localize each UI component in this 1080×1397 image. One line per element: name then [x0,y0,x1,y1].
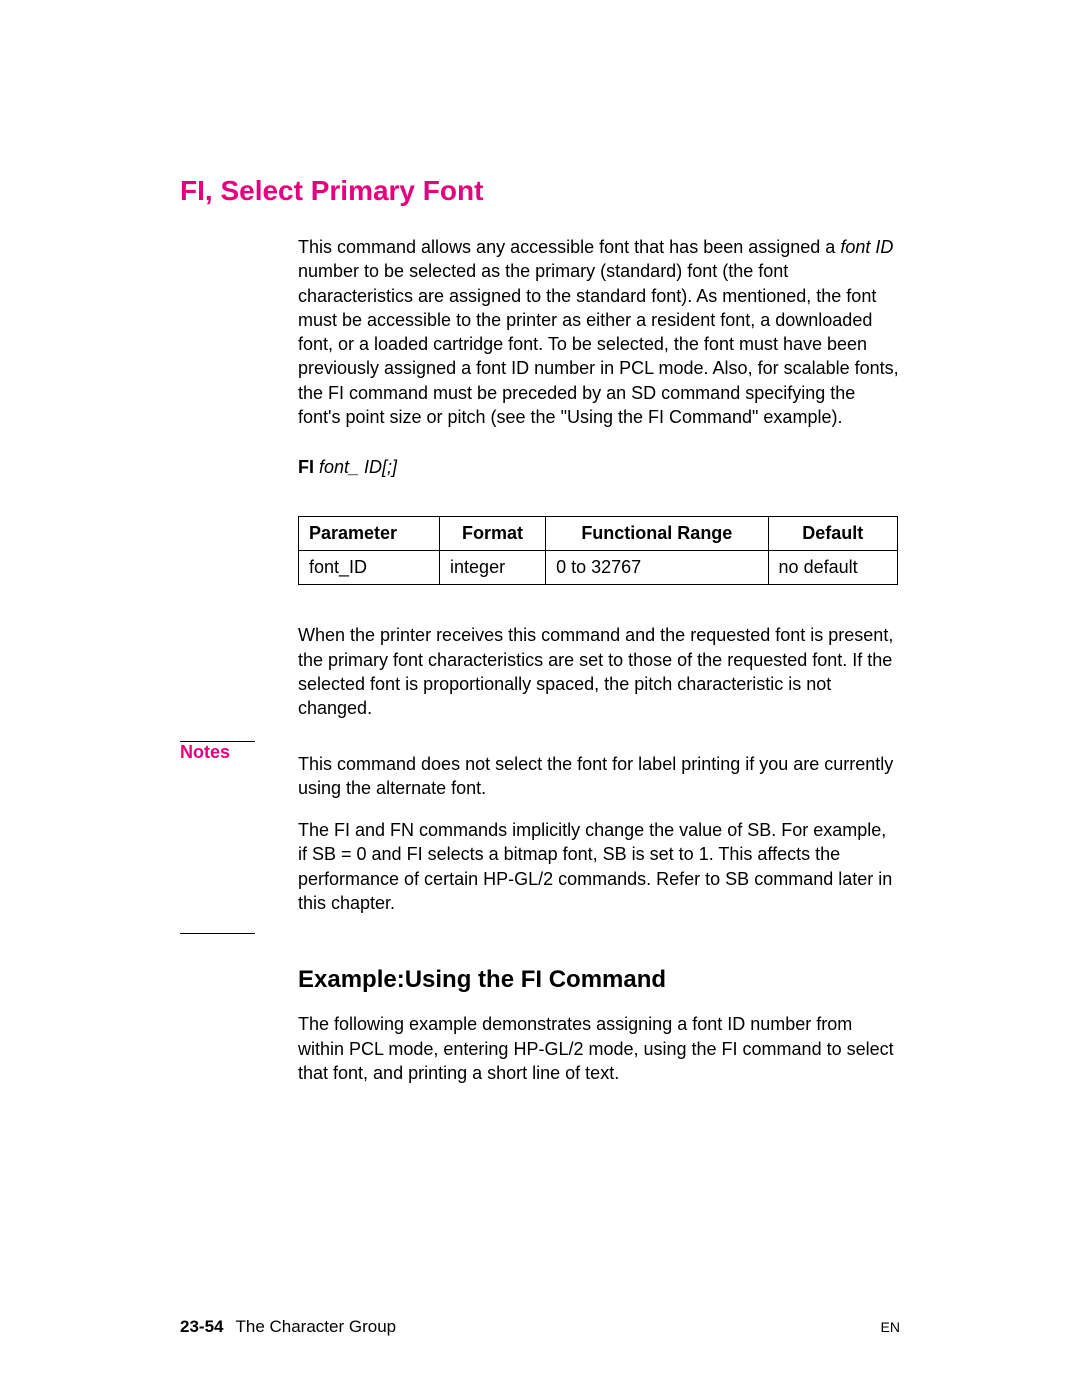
intro-text: This command allows any accessible font … [298,235,900,429]
th-default: Default [768,517,897,551]
parameter-table: Parameter Format Functional Range Defaul… [298,516,898,585]
footer-lang: EN [881,1319,900,1335]
table-header-row: Parameter Format Functional Range Defaul… [299,517,898,551]
notes-p2: The FI and FN commands implicitly change… [298,818,900,915]
subsection-title: Example:Using the FI Command [298,966,900,994]
footer-chapter: The Character Group [235,1317,396,1337]
after-table-paragraph: When the printer receives this command a… [298,623,900,720]
notes-content: This command does not select the font fo… [298,752,900,916]
page-footer: 23-54 The Character Group EN [180,1317,900,1337]
notes-block: Notes This command does not select the f… [180,741,900,935]
th-range: Functional Range [546,517,768,551]
page-container: FI, Select Primary Font This command all… [0,0,1080,1397]
th-parameter: Parameter [299,517,440,551]
subsection-body: The following example demonstrates assig… [298,1012,900,1085]
td-range: 0 to 32767 [546,551,768,585]
syntax-param-text: font_ ID[;] [319,457,397,477]
table-row: font_ID integer 0 to 32767 no default [299,551,898,585]
footer-page-number: 23-54 [180,1317,223,1337]
after-table-text: When the printer receives this command a… [298,623,900,720]
td-default: no default [768,551,897,585]
intro-paragraph: This command allows any accessible font … [298,235,900,429]
section-title: FI, Select Primary Font [180,175,900,207]
subsection-text: The following example demonstrates assig… [298,1012,900,1085]
td-format: integer [440,551,546,585]
syntax-cmd: FI [298,457,314,477]
footer-left: 23-54 The Character Group [180,1317,396,1337]
th-format: Format [440,517,546,551]
td-parameter: font_ID [299,551,440,585]
notes-rule-bottom [180,933,255,934]
syntax-line: FI font_ ID[;] [298,457,900,478]
notes-label: Notes [180,742,230,763]
notes-p1: This command does not select the font fo… [298,752,900,801]
